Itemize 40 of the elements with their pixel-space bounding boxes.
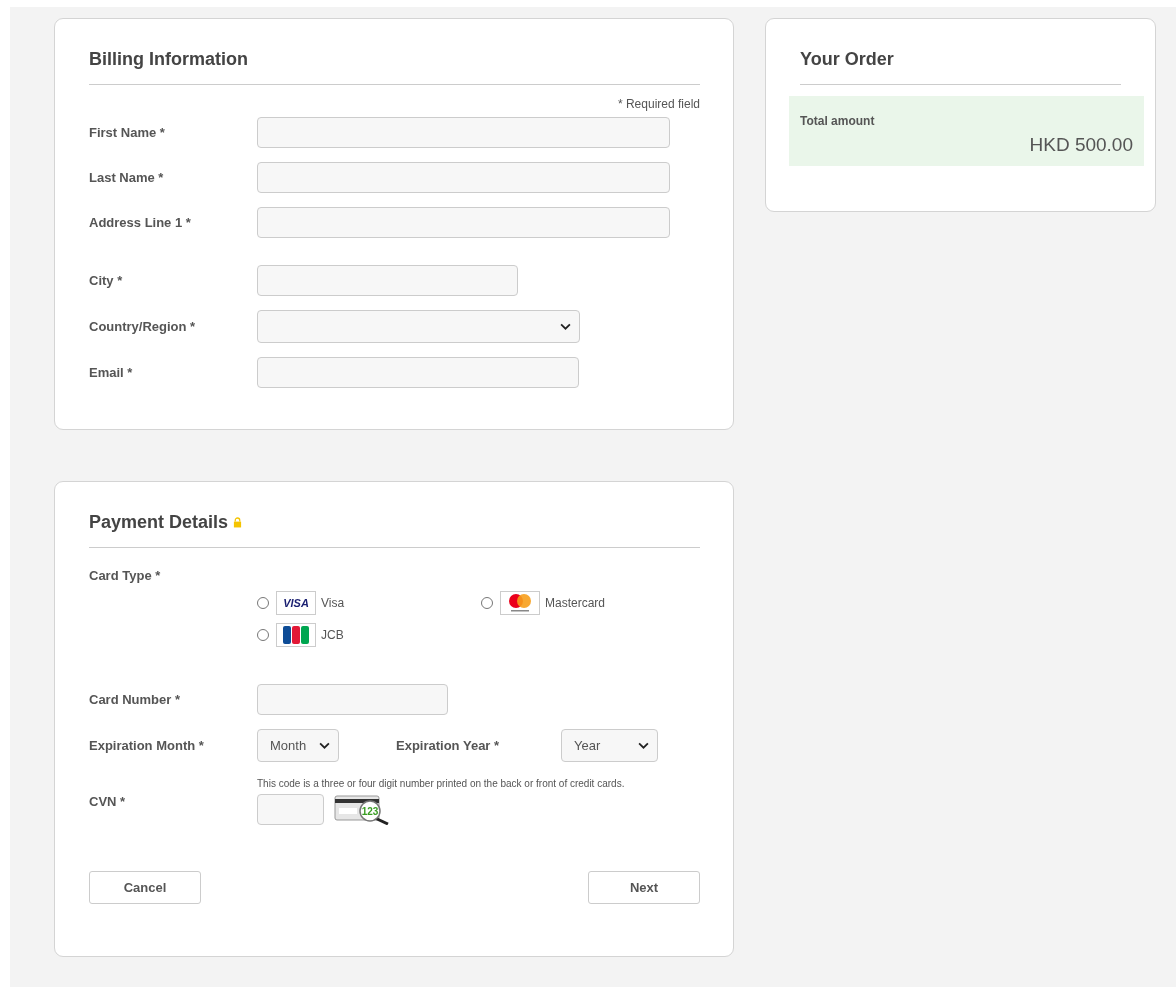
section-title: Your Order: [800, 49, 1121, 85]
jcb-logo: [276, 623, 316, 647]
field-label: Expiration Month *: [89, 738, 205, 753]
field-label: City *: [89, 273, 124, 288]
cvn-hint: This code is a three or four digit number printed on the back or front of credit cards.: [257, 778, 625, 789]
card-number-field[interactable]: [257, 684, 448, 715]
visa-logo: VISA: [276, 591, 316, 615]
field-label: Address Line 1 *: [89, 215, 192, 230]
year-dropdown[interactable]: Year: [561, 729, 659, 762]
card-name: Mastercard: [545, 596, 606, 610]
lock-icon: [233, 517, 243, 528]
input-field[interactable]: [257, 265, 518, 296]
mastercard-logo: [500, 591, 540, 615]
total-amount: HKD 500.00: [1029, 134, 1133, 156]
input-field[interactable]: [257, 357, 579, 388]
field-label: Last Name *: [89, 170, 165, 185]
field-label: Email *: [89, 365, 134, 380]
section-title: Billing Information: [89, 49, 700, 85]
input-field[interactable]: [257, 162, 670, 193]
chevron-icon: [638, 742, 650, 749]
input-field[interactable]: [257, 117, 670, 148]
month-dropdown[interactable]: Month: [257, 729, 339, 762]
next-button[interactable]: Next: [588, 871, 700, 904]
cancel-button[interactable]: Cancel: [89, 871, 201, 904]
required-note: * Required field: [617, 97, 700, 111]
country-dropdown[interactable]: [257, 310, 580, 343]
input-field[interactable]: [257, 207, 670, 238]
cvn-field[interactable]: [257, 793, 324, 825]
chevron-icon: [560, 323, 571, 330]
field-label: Country/Region *: [89, 319, 197, 334]
section-title: Payment Details: [89, 512, 229, 533]
field-label: Card Type *: [89, 568, 162, 583]
field-label: First Name *: [89, 125, 166, 140]
field-label: CVN *: [89, 794, 127, 809]
field-label: Card Number *: [89, 692, 182, 707]
chevron-icon: [319, 742, 330, 749]
field-label: Expiration Year *: [396, 738, 500, 753]
card-name: JCB: [321, 628, 344, 642]
card-name: Visa: [321, 596, 345, 610]
total-label: Total amount: [800, 114, 876, 128]
